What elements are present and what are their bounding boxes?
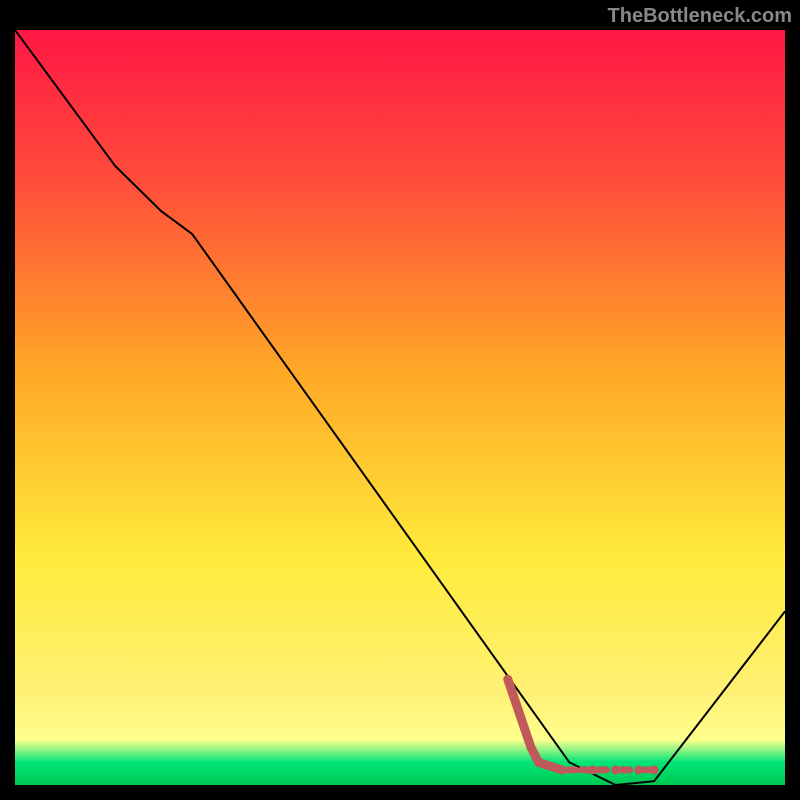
watermark-text: TheBottleneck.com — [608, 5, 792, 28]
chart-svg — [15, 30, 785, 785]
plot-area — [15, 30, 785, 785]
chart-container: TheBottleneck.com — [0, 0, 800, 800]
